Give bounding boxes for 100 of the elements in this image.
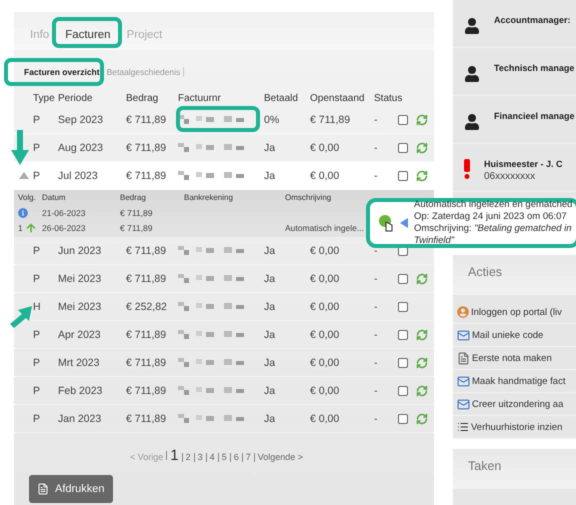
action-link[interactable]: Maak handmatige fact — [453, 370, 576, 393]
checkbox[interactable] — [398, 142, 408, 152]
contact-name: Huismeester - J. C — [484, 159, 563, 169]
page-link[interactable]: 4 — [206, 453, 218, 462]
table-cell-text: H — [33, 300, 42, 312]
table-cell-text: € 0,00 — [310, 356, 340, 368]
table-cell-text: € 711,89 — [126, 412, 168, 424]
table-cell-text: € 0,00 — [310, 384, 340, 396]
table-cell-text: P — [33, 328, 42, 340]
tab[interactable]: Facturen — [65, 29, 111, 41]
sub-tab[interactable]: Betaalgeschiedenis — [104, 67, 184, 77]
blurred-number-drawing — [178, 412, 246, 424]
status-dot-icon[interactable] — [378, 214, 394, 232]
table-cell-text: € 711,89 — [126, 244, 168, 256]
table-cell-text: € 0,00 — [310, 142, 340, 154]
table-cell-text: Jan 2023 — [58, 412, 102, 424]
tooltip-text: Op: Zaterdag 24 juni 2023 om 06:07 — [414, 211, 568, 223]
sync-icon[interactable] — [416, 170, 428, 182]
table-cell-text: Ja — [264, 142, 276, 154]
table-cell-text: 21-06-2023 — [42, 208, 86, 218]
table-cell-text: 26-06-2023 — [42, 222, 86, 232]
table-cell-text: - — [374, 412, 378, 424]
page-link[interactable]: 1 — [166, 451, 182, 460]
column-header: Volg. — [18, 193, 37, 202]
column-header: Periode — [58, 92, 94, 104]
table-cell-text: Ja — [264, 300, 276, 312]
contact-name: Accountmanager: — [494, 15, 571, 25]
column-header: Bedrag — [120, 193, 147, 202]
table-cell-text: P — [33, 142, 42, 154]
contact-name: Financieel manage — [494, 111, 575, 121]
action-link[interactable]: Creer uitzondering aa — [453, 393, 576, 416]
table-cell-text: Ja — [264, 412, 276, 424]
table-cell-text: - — [374, 244, 378, 256]
table-cell-text: Apr 2023 — [58, 328, 102, 340]
annotation-arrow-icon — [8, 306, 32, 328]
page-link[interactable]: 5 — [218, 453, 230, 462]
table-cell-text: - — [374, 272, 378, 284]
table-cell-text: Ja — [264, 328, 276, 340]
table-cell-text: P — [33, 272, 42, 284]
column-header: Bankrekening — [184, 193, 234, 202]
document-icon — [37, 483, 49, 495]
table-cell-text: € 711,89 — [126, 356, 168, 368]
next-link[interactable]: Volgende > — [254, 453, 306, 462]
blurred-number-drawing — [178, 170, 246, 182]
sub-tab[interactable]: Facturen overzicht — [21, 67, 104, 77]
mail-icon — [457, 328, 470, 342]
table-cell-text: Aug 2023 — [58, 142, 104, 154]
action-link[interactable]: Mail unieke code — [453, 324, 576, 347]
checkbox[interactable] — [398, 358, 408, 368]
table-cell-text: P — [33, 114, 42, 126]
action-link[interactable]: Verhuurhistorie inzien — [453, 416, 576, 439]
table-cell-text: - — [374, 170, 378, 182]
table-cell-text: P — [33, 384, 42, 396]
info-icon — [18, 208, 28, 218]
blurred-number-drawing — [178, 244, 246, 256]
table-cell-text: P — [33, 356, 42, 368]
column-header: Bedrag — [126, 92, 160, 104]
blurred-number-drawing — [178, 114, 246, 126]
sync-icon[interactable] — [416, 114, 428, 126]
sync-icon[interactable] — [416, 142, 428, 154]
table-cell-text: Mei 2023 — [58, 300, 102, 312]
table-cell-text: € 0,00 — [310, 412, 340, 424]
table-cell-text: Mrt 2023 — [58, 356, 100, 368]
table-cell-text: € 711,89 — [126, 114, 168, 126]
column-header: Factuurnr — [178, 92, 222, 104]
blurred-number-drawing — [178, 328, 246, 340]
table-cell-text: € 0,00 — [310, 170, 340, 182]
column-header: Type — [33, 92, 56, 104]
page-link[interactable]: 3 — [194, 453, 206, 462]
blurred-number-drawing — [178, 356, 246, 368]
table-cell-text: € 711,89 — [126, 384, 168, 396]
table-cell-text: - — [374, 328, 378, 340]
checkbox[interactable] — [398, 114, 408, 124]
person-icon — [464, 18, 480, 34]
checkbox[interactable] — [398, 274, 408, 284]
checkbox[interactable] — [398, 330, 408, 340]
table-cell-text: € 711,89 — [310, 114, 352, 126]
table-cell-text: P — [33, 412, 42, 424]
table-cell-text: - — [374, 142, 378, 154]
page-link[interactable]: 2 — [182, 453, 194, 462]
checkbox[interactable] — [398, 170, 408, 180]
table-cell-text: - — [374, 356, 378, 368]
checkbox[interactable] — [398, 414, 408, 424]
annotation-arrow-icon — [11, 130, 29, 165]
action-link[interactable]: Inloggen op portal (liv — [453, 301, 576, 324]
table-cell-text: € 0,00 — [310, 300, 340, 312]
table-cell-text: € 252,82 — [126, 300, 168, 312]
arrow-up-icon — [26, 222, 36, 232]
table-cell-text: - — [374, 114, 378, 126]
action-link[interactable]: Eerste nota maken — [453, 347, 576, 370]
column-header: Openstaand — [310, 92, 366, 104]
table-cell-text: Ja — [264, 170, 276, 182]
checkbox[interactable] — [398, 302, 408, 312]
table-cell-text: € 711,89 — [126, 170, 168, 182]
page-link[interactable]: 7 — [242, 453, 254, 462]
print-button[interactable]: Afdrukken — [29, 475, 113, 503]
table-cell-text: Jun 2023 — [58, 244, 102, 256]
page-link[interactable]: 6 — [230, 453, 242, 462]
checkbox[interactable] — [398, 386, 408, 396]
table-cell-text: Sep 2023 — [58, 114, 104, 126]
